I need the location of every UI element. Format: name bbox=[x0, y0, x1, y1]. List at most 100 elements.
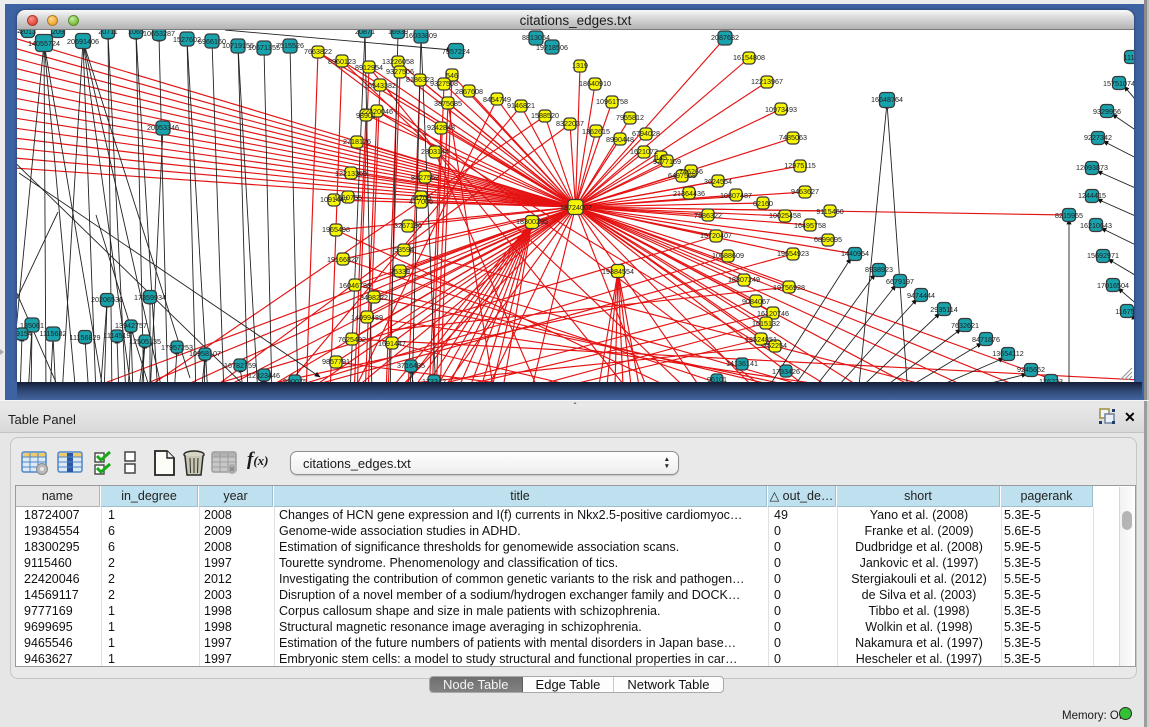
svg-text:19384554: 19384554 bbox=[602, 267, 634, 276]
svg-text:19218506: 19218506 bbox=[536, 43, 568, 52]
svg-text:7986322: 7986322 bbox=[694, 211, 722, 220]
svg-text:16046788: 16046788 bbox=[339, 281, 371, 290]
svg-text:8960123: 8960123 bbox=[328, 57, 356, 66]
svg-text:62160: 62160 bbox=[753, 199, 773, 208]
svg-text:12505135: 12505135 bbox=[129, 337, 161, 346]
svg-text:9329966: 9329966 bbox=[1093, 107, 1121, 116]
svg-text:7632621: 7632621 bbox=[951, 321, 979, 330]
svg-text:12093873: 12093873 bbox=[1076, 163, 1108, 172]
svg-text:16120746: 16120746 bbox=[757, 309, 789, 318]
svg-text:10025458: 10025458 bbox=[769, 211, 801, 220]
svg-text:96101: 96101 bbox=[707, 375, 727, 382]
svg-text:7485063: 7485063 bbox=[779, 133, 807, 142]
svg-text:6794028: 6794028 bbox=[632, 129, 660, 138]
svg-text:13226058: 13226058 bbox=[382, 57, 414, 66]
svg-text:20871: 20871 bbox=[355, 30, 375, 36]
svg-text:16495758: 16495758 bbox=[794, 221, 826, 230]
svg-text:3875685: 3875685 bbox=[434, 99, 462, 108]
svg-text:10961758: 10961758 bbox=[596, 97, 628, 106]
svg-text:9245652: 9245652 bbox=[1017, 365, 1045, 374]
svg-text:2803144: 2803144 bbox=[421, 147, 449, 156]
svg-text:9227342: 9227342 bbox=[1084, 133, 1112, 142]
svg-text:12213967: 12213967 bbox=[751, 77, 783, 86]
svg-text:17016504: 17016504 bbox=[1097, 281, 1129, 290]
svg-text:2867608: 2867608 bbox=[455, 87, 483, 96]
svg-text:98901: 98901 bbox=[356, 111, 376, 120]
svg-text:16210643: 16210643 bbox=[1080, 221, 1112, 230]
svg-text:1615132: 1615132 bbox=[752, 319, 780, 328]
svg-text:15720407: 15720407 bbox=[700, 231, 732, 240]
svg-text:16033809: 16033809 bbox=[405, 31, 437, 40]
svg-text:12323446: 12323446 bbox=[248, 371, 280, 380]
svg-text:1588520: 1588520 bbox=[531, 111, 559, 120]
svg-text:14055724: 14055724 bbox=[28, 39, 60, 48]
svg-text:1319: 1319 bbox=[572, 61, 588, 70]
svg-text:6497568: 6497568 bbox=[668, 171, 696, 180]
svg-text:20206536: 20206536 bbox=[91, 295, 123, 304]
svg-text:1112: 1112 bbox=[1124, 53, 1134, 62]
svg-text:3624554: 3624554 bbox=[704, 177, 732, 186]
svg-text:6679197: 6679197 bbox=[886, 277, 914, 286]
svg-text:13942757: 13942757 bbox=[115, 321, 147, 330]
svg-text:8912954: 8912954 bbox=[355, 63, 383, 72]
svg-text:14136141: 14136141 bbox=[726, 359, 758, 368]
svg-text:9857791: 9857791 bbox=[322, 357, 350, 366]
svg-text:18300295: 18300295 bbox=[516, 217, 548, 226]
svg-text:16782759: 16782759 bbox=[224, 361, 256, 370]
svg-text:39154: 39154 bbox=[17, 329, 32, 338]
svg-text:18807249: 18807249 bbox=[728, 275, 760, 284]
svg-text:8427552: 8427552 bbox=[411, 173, 439, 182]
svg-text:17359934: 17359934 bbox=[134, 293, 166, 302]
svg-text:7663822: 7663822 bbox=[304, 47, 332, 56]
svg-text:2935114: 2935114 bbox=[930, 305, 957, 314]
svg-text:7625402: 7625402 bbox=[338, 335, 366, 344]
svg-text:16154808: 16154808 bbox=[733, 53, 765, 62]
svg-text:1965498: 1965498 bbox=[322, 225, 350, 234]
svg-text:25339: 25339 bbox=[390, 267, 410, 276]
svg-text:7955812: 7955812 bbox=[616, 113, 644, 122]
svg-text:9777169: 9777169 bbox=[653, 157, 681, 166]
svg-text:209: 209 bbox=[52, 30, 64, 36]
svg-text:15692971: 15692971 bbox=[1087, 251, 1119, 260]
svg-text:9146821: 9146821 bbox=[507, 101, 535, 110]
svg-text:417006: 417006 bbox=[409, 197, 433, 206]
svg-text:12213369: 12213369 bbox=[335, 169, 367, 178]
svg-text:10688609: 10688609 bbox=[712, 251, 744, 260]
svg-text:18724007: 18724007 bbox=[560, 203, 592, 212]
svg-text:1065: 1065 bbox=[128, 30, 144, 36]
svg-text:116753: 116753 bbox=[1115, 307, 1134, 316]
svg-text:16543382: 16543382 bbox=[364, 81, 396, 90]
svg-text:8813054: 8813054 bbox=[522, 33, 550, 42]
svg-text:9474444: 9474444 bbox=[907, 291, 935, 300]
svg-text:9327508: 9327508 bbox=[430, 79, 458, 88]
svg-text:8471876: 8471876 bbox=[972, 335, 1000, 344]
svg-text:9463627: 9463627 bbox=[791, 187, 819, 196]
svg-text:9242848: 9242848 bbox=[427, 123, 455, 132]
svg-text:15751074: 15751074 bbox=[1103, 79, 1134, 88]
svg-text:3498222: 3498222 bbox=[360, 293, 388, 302]
svg-text:8322037: 8322037 bbox=[556, 119, 584, 128]
svg-text:3267130: 3267130 bbox=[394, 221, 422, 230]
svg-text:1440954: 1440954 bbox=[841, 249, 869, 258]
svg-text:12975115: 12975115 bbox=[784, 161, 815, 170]
svg-text:53594: 53594 bbox=[394, 245, 414, 254]
svg-text:7515526: 7515526 bbox=[276, 41, 304, 50]
svg-text:8215955: 8215955 bbox=[1055, 211, 1083, 220]
svg-text:1691447: 1691447 bbox=[378, 339, 406, 348]
svg-text:6899695: 6899695 bbox=[814, 235, 842, 244]
svg-text:1621072: 1621072 bbox=[630, 147, 658, 156]
svg-text:3716485: 3716485 bbox=[397, 361, 425, 370]
svg-text:1733426: 1733426 bbox=[772, 367, 800, 376]
svg-text:16648764: 16648764 bbox=[871, 95, 903, 104]
svg-text:19756928: 19756928 bbox=[773, 283, 805, 292]
svg-text:10653287: 10653287 bbox=[143, 30, 175, 38]
svg-text:10958107: 10958107 bbox=[189, 349, 221, 358]
svg-text:2087682: 2087682 bbox=[711, 33, 739, 42]
svg-text:13654112: 13654112 bbox=[992, 349, 1023, 358]
svg-text:7357224: 7357224 bbox=[442, 47, 470, 56]
svg-text:11156829: 11156829 bbox=[70, 333, 101, 342]
svg-text:1527602: 1527602 bbox=[173, 35, 201, 44]
svg-text:9115460: 9115460 bbox=[816, 207, 843, 216]
svg-text:20691406: 20691406 bbox=[67, 37, 99, 46]
svg-text:1091447: 1091447 bbox=[320, 195, 348, 204]
